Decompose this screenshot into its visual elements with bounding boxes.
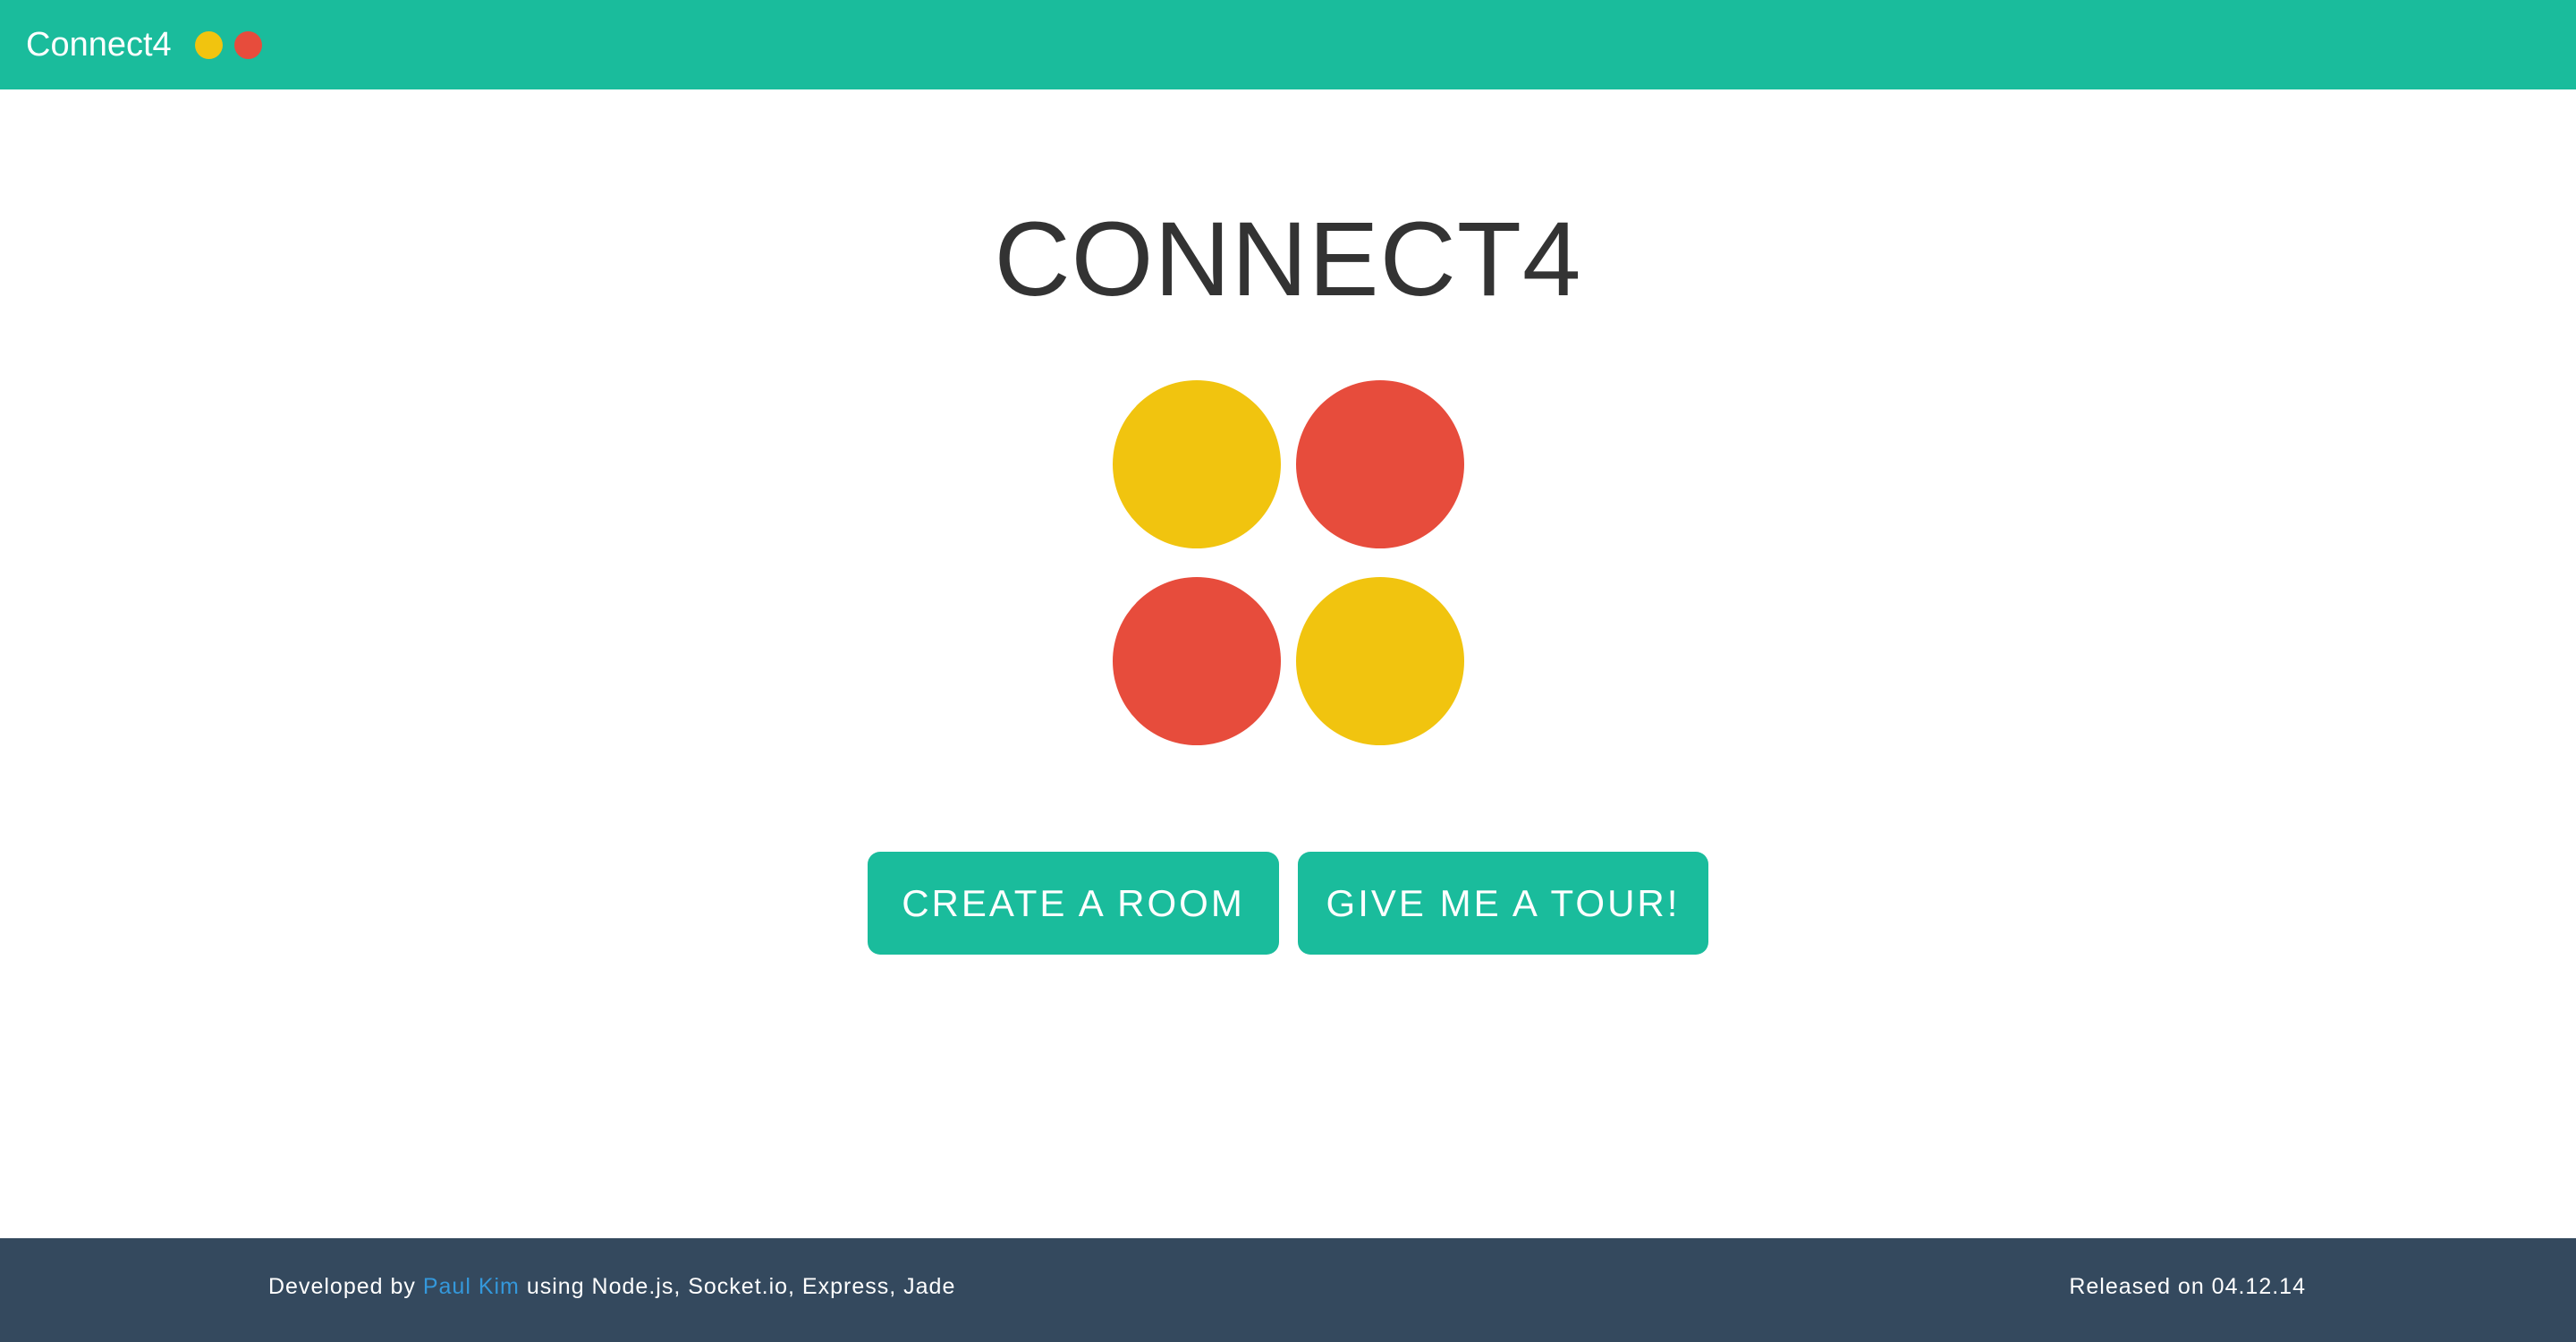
red-disc-icon (233, 30, 262, 59)
red-disc-icon (1296, 380, 1464, 548)
yellow-disc-icon (1296, 577, 1464, 745)
release-date: Released on 04.12.14 (2069, 1274, 2306, 1299)
yellow-disc-icon (194, 30, 223, 59)
tech-stack-text: using Node.js, Socket.io, Express, Jade (526, 1274, 956, 1299)
author-link[interactable]: Paul Kim (423, 1274, 520, 1299)
brand-name: Connect4 (26, 25, 172, 64)
tour-button[interactable]: GIVE ME A TOUR! (1298, 852, 1708, 955)
brand-link[interactable]: Connect4 (26, 20, 262, 70)
yellow-disc-icon (1113, 380, 1281, 548)
top-navbar: Connect4 (0, 0, 2576, 89)
footer-credits: Developed by Paul Kim using Node.js, Soc… (268, 1274, 955, 1300)
action-buttons: CREATE A ROOM GIVE ME A TOUR! (0, 852, 2576, 955)
red-disc-icon (1113, 577, 1281, 745)
create-room-button[interactable]: CREATE A ROOM (868, 852, 1279, 955)
page-title: CONNECT4 (994, 200, 1582, 319)
footer: Developed by Paul Kim using Node.js, Soc… (0, 1238, 2576, 1342)
developed-by-label: Developed by (268, 1274, 416, 1299)
